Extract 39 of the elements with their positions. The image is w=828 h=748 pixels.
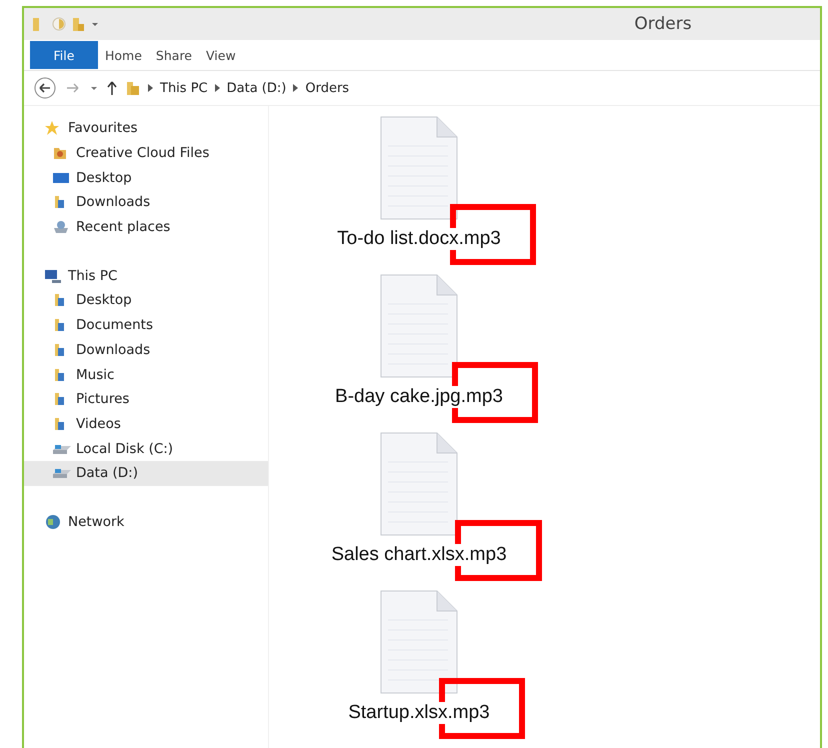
nav-item[interactable]: Local Disk (C:): [24, 436, 268, 461]
file-name[interactable]: To-do list.docx.mp3: [337, 228, 501, 250]
nav-item[interactable]: Videos: [24, 412, 268, 436]
star-icon: [44, 120, 60, 136]
nav-item[interactable]: Desktop: [24, 288, 268, 313]
chevron-icon: [214, 84, 220, 92]
network-icon: [44, 512, 62, 531]
breadcrumb[interactable]: This PC: [160, 80, 208, 96]
back-icon[interactable]: [34, 77, 56, 99]
file-name[interactable]: B-day cake.jpg.mp3: [335, 386, 503, 408]
recent-places-icon: [52, 219, 70, 236]
nav-item[interactable]: Creative Cloud Files: [24, 140, 268, 166]
nav-item[interactable]: Desktop: [24, 165, 268, 190]
nav-item[interactable]: Documents: [24, 312, 268, 338]
breadcrumb[interactable]: Data (D:): [226, 80, 286, 96]
chevron-icon: [293, 84, 298, 92]
computer-icon: [44, 268, 62, 284]
file-name[interactable]: Startup.xlsx.mp3: [348, 702, 490, 724]
nav-item[interactable]: Downloads: [24, 338, 268, 362]
file-name[interactable]: Sales chart.xlsx.mp3: [331, 544, 507, 566]
ribbon-tab[interactable]: File: [30, 41, 98, 69]
nav-item[interactable]: Favourites: [24, 116, 268, 141]
nav-item[interactable]: This PC: [24, 263, 268, 288]
nav-item[interactable]: Music: [24, 362, 268, 387]
chevron-icon: [148, 84, 153, 92]
nav-item[interactable]: Recent places: [24, 214, 268, 240]
nav-item[interactable]: Pictures: [24, 386, 268, 412]
ribbon-tab[interactable]: Share: [148, 42, 199, 68]
window-title: Orders: [633, 14, 693, 34]
up-arrow-icon[interactable]: [106, 80, 118, 96]
folder-icon: [52, 145, 68, 162]
file-icon[interactable]: [380, 590, 458, 694]
breadcrumb[interactable]: Orders: [305, 80, 350, 96]
folder-icon: [126, 80, 140, 96]
ribbon-tab[interactable]: View: [199, 42, 243, 68]
nav-item[interactable]: Network: [24, 510, 268, 534]
ribbon-tab[interactable]: Home: [98, 42, 149, 68]
nav-item[interactable]: Data (D:): [24, 460, 268, 486]
nav-item[interactable]: Downloads: [24, 190, 268, 215]
